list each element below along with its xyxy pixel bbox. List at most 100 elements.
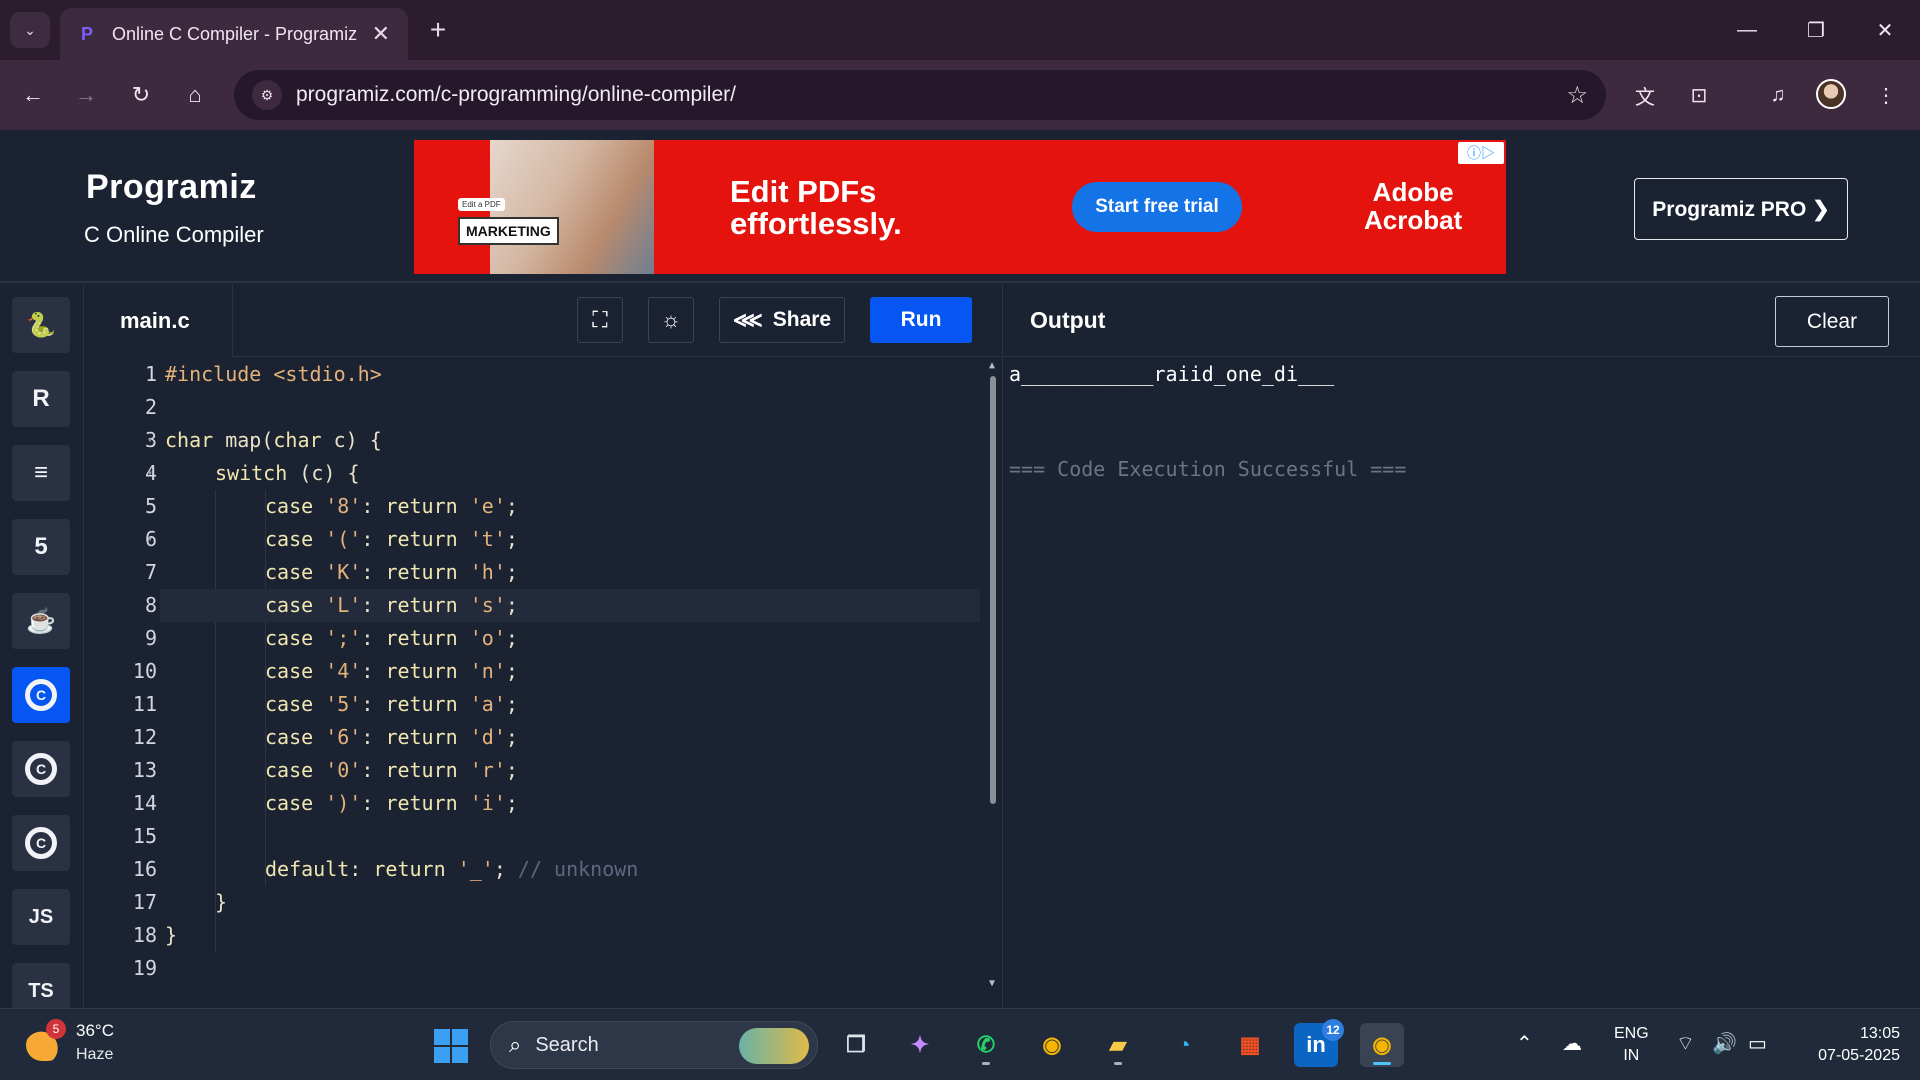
weather-temperature[interactable]: 36°C <box>76 1021 114 1041</box>
minimize-icon[interactable]: — <box>1724 10 1770 50</box>
new-tab-button[interactable]: + <box>420 12 456 48</box>
share-button[interactable]: ⋘ Share <box>719 297 845 343</box>
tab-search-button[interactable]: ⌄ <box>10 12 50 48</box>
show-hidden-icons-chevron-icon[interactable]: ⌃ <box>1516 1031 1533 1056</box>
programiz-pro-button[interactable]: Programiz PRO ❯ <box>1634 178 1848 240</box>
site-info-icon[interactable]: ⚙ <box>252 80 282 110</box>
ad-headline: Edit PDFs effortlessly. <box>730 176 950 240</box>
fold-arrow-icon[interactable]: ▾ <box>147 424 153 457</box>
r-icon: R <box>32 385 50 412</box>
scrollbar-thumb[interactable] <box>990 376 996 804</box>
scroll-up-arrow-icon[interactable]: ▲ <box>989 360 995 371</box>
editor-header: main.c ⛶ ☼ ⋘ Share Run <box>85 285 1001 357</box>
lang-java-button[interactable]: ☕ <box>12 593 70 649</box>
clock-time: 13:05 <box>1859 1025 1900 1042</box>
language-indicator[interactable]: ENG IN <box>1614 1023 1649 1067</box>
cpp-language-icon: C <box>25 753 57 785</box>
menu-kebab-icon[interactable]: ⋮ <box>1866 75 1906 115</box>
code-line: case '0': return 'r'; <box>265 758 518 782</box>
sun-icon: ☼ <box>660 307 682 332</box>
weather-condition[interactable]: Haze <box>76 1046 113 1064</box>
chrome-icon[interactable]: ◉ <box>1030 1023 1074 1067</box>
fold-arrow-icon[interactable]: ▾ <box>147 523 153 556</box>
task-view-icon[interactable]: ❐ <box>834 1023 878 1067</box>
clear-button[interactable]: Clear <box>1775 296 1889 347</box>
header-token: <stdio.h> <box>261 362 382 386</box>
lang-r-button[interactable]: R <box>12 371 70 427</box>
ad-cta-button[interactable]: Start free trial <box>1072 182 1242 232</box>
output-result: a___________raiid_one_di___ <box>1009 362 1335 386</box>
screenshot-icon[interactable]: ⊡ <box>1679 75 1719 115</box>
back-icon[interactable]: ← <box>13 75 53 115</box>
media-control-icon[interactable]: ♫ <box>1758 75 1798 115</box>
linkedin-icon[interactable]: in 12 <box>1294 1019 1344 1067</box>
profile-avatar[interactable] <box>1816 79 1846 109</box>
windows-start-icon[interactable] <box>434 1029 468 1063</box>
lang-cpp-button[interactable]: C <box>12 741 70 797</box>
keyword-token: return <box>385 791 458 815</box>
lang-javascript-button[interactable]: JS <box>12 889 70 945</box>
translate-icon[interactable]: 文 <box>1625 75 1665 115</box>
lang-csharp-button[interactable]: C <box>12 815 70 871</box>
volume-icon[interactable]: 🔊 <box>1712 1031 1737 1056</box>
fold-arrow-icon[interactable]: ▾ <box>147 457 153 490</box>
run-button[interactable]: Run <box>870 297 972 343</box>
taskbar-search[interactable]: ⌕ Search <box>490 1021 818 1069</box>
bookmark-star-icon[interactable]: ☆ <box>1566 81 1588 110</box>
ad-choices-icon[interactable]: ⓘ▷ <box>1458 142 1504 164</box>
system-clock[interactable]: 13:05 07-05-2025 <box>1796 1023 1900 1067</box>
output-console[interactable]: a___________raiid_one_di___ === Code Exe… <box>1002 358 1920 1008</box>
forward-icon[interactable]: → <box>66 75 106 115</box>
file-tab-main-c[interactable]: main.c <box>85 285 233 357</box>
lang-sql-button[interactable]: ≡ <box>12 445 70 501</box>
java-icon: ☕ <box>26 607 56 635</box>
lang-python-button[interactable]: 🐍 <box>12 297 70 353</box>
home-icon[interactable]: ⌂ <box>175 75 215 115</box>
keyword-token: case <box>265 560 314 584</box>
char-literal: '6' <box>325 725 362 749</box>
fullscreen-button[interactable]: ⛶ <box>577 297 623 343</box>
close-window-icon[interactable]: ✕ <box>1862 10 1908 50</box>
line-number: 9 <box>144 626 157 650</box>
chrome-profile-icon[interactable]: ◉ <box>1360 1023 1404 1067</box>
close-tab-icon[interactable]: ✕ <box>372 21 390 47</box>
linkedin-badge: 12 <box>1322 1019 1344 1041</box>
programiz-logo[interactable]: Programiz <box>86 168 257 207</box>
wifi-icon[interactable]: ⌔ <box>1676 1031 1695 1056</box>
url-text[interactable]: programiz.com/c-programming/online-compi… <box>296 83 1566 107</box>
file-explorer-icon[interactable]: ▰ <box>1096 1023 1140 1067</box>
editor-scrollbar[interactable]: ▲ ▼ <box>988 358 998 998</box>
whatsapp-icon[interactable]: ✆ <box>964 1023 1008 1067</box>
line-number-gutter: 1 2 3 4 5 6 7 8 9 10 11 12 13 14 15 16 1… <box>85 358 157 1008</box>
lang-html-button[interactable]: 5 <box>12 519 70 575</box>
copilot-icon[interactable]: ✦ <box>898 1023 942 1067</box>
edge-icon[interactable]: ◔ <box>1162 1023 1206 1067</box>
code-line: case '6': return 'd'; <box>265 725 518 749</box>
char-literal: 's' <box>469 593 506 617</box>
microsoft-store-icon[interactable]: ▦ <box>1228 1023 1272 1067</box>
keyword-token: return <box>385 626 458 650</box>
language-code: ENG <box>1614 1025 1649 1042</box>
code-editor[interactable]: 1 2 3 4 5 6 7 8 9 10 11 12 13 14 15 16 1… <box>85 358 1001 1008</box>
keyword-token: return <box>385 593 458 617</box>
reload-icon[interactable]: ↻ <box>121 75 161 115</box>
keyword-token: case <box>265 659 314 683</box>
theme-toggle-button[interactable]: ☼ <box>648 297 694 343</box>
code-line: default: return '_'; // unknown <box>265 857 639 881</box>
restore-icon[interactable]: ❐ <box>1793 10 1839 50</box>
advertisement-banner[interactable]: Edit a PDF MARKETING Edit PDFs effortles… <box>414 140 1506 274</box>
c-language-icon: C <box>25 679 57 711</box>
onedrive-icon[interactable]: ☁ <box>1562 1031 1582 1056</box>
page-subtitle: C Online Compiler <box>84 222 264 247</box>
battery-icon[interactable]: ▭ <box>1748 1031 1767 1056</box>
address-bar[interactable]: ⚙ programiz.com/c-programming/online-com… <box>234 70 1606 120</box>
line-number: 16 <box>132 857 157 881</box>
browser-tab[interactable]: P Online C Compiler - Programiz ✕ <box>60 8 408 60</box>
scroll-down-arrow-icon[interactable]: ▼ <box>989 978 995 989</box>
lang-typescript-button[interactable]: TS <box>12 963 70 1008</box>
code-line: case '4': return 'n'; <box>265 659 518 683</box>
keyword-token: return <box>385 560 458 584</box>
lang-c-button[interactable]: C <box>12 667 70 723</box>
code-line: char map(char c) { <box>165 424 382 457</box>
preprocessor-token: #include <box>165 362 262 386</box>
